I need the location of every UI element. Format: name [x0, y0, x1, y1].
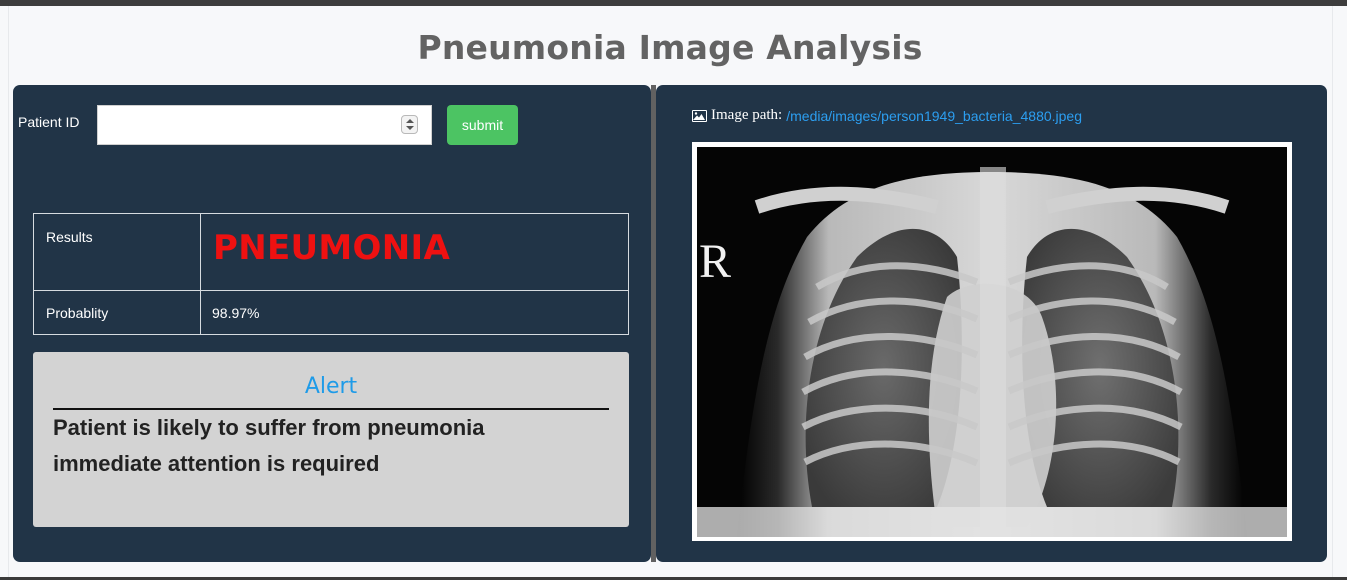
probability-value: 98.97% — [212, 305, 260, 321]
alert-box: Alert Patient is likely to suffer from p… — [33, 352, 629, 527]
image-path-link[interactable]: /media/images/person1949_bacteria_4880.j… — [786, 108, 1082, 124]
alert-message-line1: Patient is likely to suffer from pneumon… — [53, 415, 485, 440]
spinner-up-icon[interactable] — [406, 119, 414, 123]
alert-message: Patient is likely to suffer from pneumon… — [53, 410, 613, 482]
number-spinner[interactable] — [401, 115, 418, 134]
spinner-down-icon[interactable] — [406, 126, 414, 130]
results-label: Results — [46, 229, 93, 245]
image-path-row: Image path: /media/images/person1949_bac… — [692, 107, 1082, 124]
table-column-divider — [200, 214, 201, 334]
alert-title: Alert — [304, 374, 358, 399]
chest-xray-image: R — [697, 147, 1287, 537]
image-icon — [692, 109, 707, 122]
results-table: Results PNEUMONIA Probablity 98.97% — [33, 213, 629, 335]
result-value: PNEUMONIA — [213, 228, 451, 268]
xray-marker: R — [699, 235, 731, 288]
patient-id-input[interactable] — [97, 105, 432, 145]
image-path-label: Image path: — [711, 107, 783, 123]
page-title: Pneumonia Image Analysis — [417, 28, 923, 67]
patient-id-label: Patient ID — [18, 114, 80, 130]
submit-button[interactable]: submit — [447, 105, 518, 145]
alert-message-line2: immediate attention is required — [53, 451, 380, 476]
probability-label: Probablity — [46, 305, 109, 321]
page-edge-right — [1332, 6, 1333, 577]
table-row-divider — [34, 290, 628, 291]
page-edge-left — [8, 6, 9, 577]
